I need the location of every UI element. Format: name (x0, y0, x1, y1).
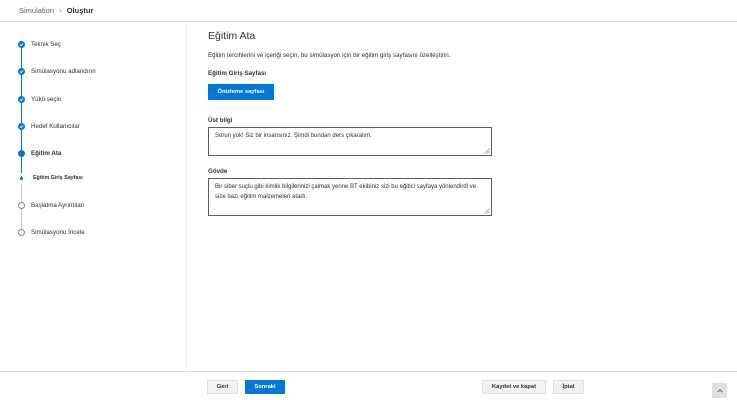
step-label: Simülasyonu adlandırın (31, 68, 96, 75)
step-label: Hedef Kullanıcılar (31, 123, 80, 130)
body-field-label: Gövde (208, 168, 228, 175)
breadcrumb: Simulation › Oluştur (0, 0, 737, 22)
checkmark-icon (18, 96, 25, 103)
step-simulasyonu-adlandirin[interactable]: Simülasyonu adlandırın (18, 68, 96, 75)
header-textarea-value: Sorun yok! Siz bir insansınız. Şimdi bun… (215, 133, 372, 139)
page-description: Eğitim tercihlerini ve içeriği seçin, bu… (208, 52, 451, 59)
next-button[interactable]: Sonraki (245, 380, 285, 394)
step-label: Teknik Seç (31, 41, 61, 48)
step-label: Simülasyonu İncele (31, 229, 85, 236)
page-title: Eğitim Ata (208, 30, 256, 42)
step-yuku-secin[interactable]: Yükü seçin (18, 96, 61, 103)
checkmark-icon (18, 123, 25, 130)
checkmark-icon (18, 41, 25, 48)
chevron-up-icon[interactable] (712, 383, 727, 398)
step-label: Eğitim Giriş Sayfası (33, 175, 83, 181)
substep-dot-icon (20, 176, 23, 180)
step-baslatma-ayrintilari[interactable]: Başlatma Ayrıntıları (18, 202, 85, 209)
step-egitim-ata[interactable]: Eğitim Ata (18, 150, 61, 157)
resize-grip-icon[interactable] (484, 208, 490, 214)
checkmark-icon (18, 68, 25, 75)
header-field-label: Üst bilgi (208, 117, 233, 124)
step-hedef-kullanicilar[interactable]: Hedef Kullanıcılar (18, 123, 80, 130)
progress-line-pending (21, 184, 22, 234)
wizard-footer: Geri Sonraki Kaydet ve kapat İptal (0, 371, 737, 400)
step-simulasyonu-incele[interactable]: Simülasyonu İncele (18, 229, 85, 236)
body-textarea[interactable]: Bir siber suçlu gibi kimlik bilgileriniz… (208, 178, 492, 216)
save-and-close-button[interactable]: Kaydet ve kapat (482, 380, 546, 394)
step-teknik-sec[interactable]: Teknik Seç (18, 41, 61, 48)
step-label: Yükü seçin (31, 96, 62, 103)
step-label: Başlatma Ayrıntıları (31, 202, 85, 209)
pending-step-circle-icon (18, 202, 25, 209)
back-button[interactable]: Geri (207, 380, 238, 394)
pending-step-circle-icon (18, 229, 25, 236)
cancel-button[interactable]: İptal (553, 380, 584, 394)
landing-page-section-label: Eğitim Giriş Sayfası (208, 70, 267, 77)
substep-egitim-giris-sayfasi[interactable]: Eğitim Giriş Sayfası (18, 175, 83, 181)
current-step-dot-icon (18, 150, 25, 157)
wizard-steps-nav: Teknik Seç Simülasyonu adlandırın Yükü s… (0, 23, 187, 370)
chevron-right-icon: › (59, 6, 62, 15)
preview-page-button[interactable]: Önizleme sayfası (208, 84, 274, 100)
breadcrumb-simulation-link[interactable]: Simulation (19, 6, 54, 15)
header-textarea[interactable]: Sorun yok! Siz bir insansınız. Şimdi bun… (208, 127, 492, 156)
breadcrumb-current: Oluştur (66, 6, 94, 15)
step-label: Eğitim Ata (31, 150, 62, 157)
resize-grip-icon[interactable] (484, 148, 490, 154)
body-textarea-value: Bir siber suçlu gibi kimlik bilgileriniz… (215, 184, 476, 200)
